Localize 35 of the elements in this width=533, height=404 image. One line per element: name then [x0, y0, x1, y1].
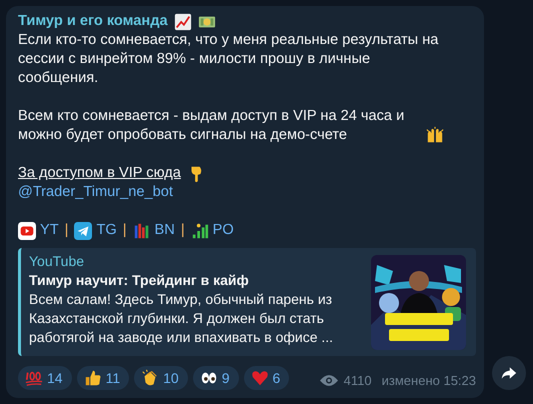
raised-hands-icon — [426, 126, 444, 144]
reaction-button[interactable]: 9 — [192, 366, 238, 390]
link-preview[interactable]: YouTube Тимур научит: Трейдинг в кайф Всем салам! Здесь Тимур, обычный парень из Казахстанской глубинки. Я должен был стать работягой на заводе или впахивать в офисе ... — [18, 248, 476, 356]
hundred-points-icon — [25, 369, 43, 387]
reaction-button[interactable]: 14 — [18, 366, 72, 390]
edited-time: изменено 15:23 — [382, 372, 476, 390]
message-text: Если кто-то сомневается, что у меня реальные результаты на сессии с винрейтом 89% - милости прошу в личные сообщения. — [18, 31, 440, 88]
social-link[interactable]: YT — [40, 221, 59, 240]
separator: | — [122, 221, 127, 240]
separator: | — [180, 221, 185, 240]
thumbs-up-icon — [84, 369, 102, 387]
social-link[interactable]: BN — [154, 221, 175, 240]
forward-button[interactable] — [492, 356, 526, 390]
telegram-icon — [74, 222, 92, 240]
sender-name[interactable]: Тимур и его команда — [18, 12, 168, 31]
reaction-button[interactable]: 6 — [244, 366, 290, 390]
reaction-button[interactable]: 10 — [134, 366, 188, 390]
message-text: Всем кто сомневается - выдам доступ в VIP на 24 часа и можно будет опробовать сигналы на демо-счете — [18, 107, 406, 145]
chart-icon — [174, 12, 192, 30]
heart-icon — [250, 369, 268, 387]
views-icon — [320, 374, 338, 387]
reaction-button[interactable]: 11 — [76, 366, 130, 390]
signal-bars-icon — [190, 222, 209, 240]
preview-site: YouTube — [29, 252, 86, 271]
bot-link[interactable]: @Trader_Timur_ne_bot — [18, 183, 173, 202]
separator: | — [64, 221, 68, 240]
view-count: 4110 — [344, 372, 372, 390]
preview-description: Всем салам! Здесь Тимур, обычный парень из Казахстанской глубинки. Я должен был стать работягой на заводе или впахивать в офисе ... — [29, 290, 334, 347]
preview-title: Тимур научит: Трейдинг в кайф — [29, 271, 250, 290]
share-arrow-icon — [501, 365, 517, 381]
bar-chart-icon — [132, 222, 151, 240]
youtube-icon — [18, 222, 36, 240]
social-link[interactable]: TG — [96, 221, 117, 240]
social-link[interactable]: PO — [212, 221, 234, 240]
vip-link[interactable]: За доступом в VIP сюда — [18, 164, 181, 183]
